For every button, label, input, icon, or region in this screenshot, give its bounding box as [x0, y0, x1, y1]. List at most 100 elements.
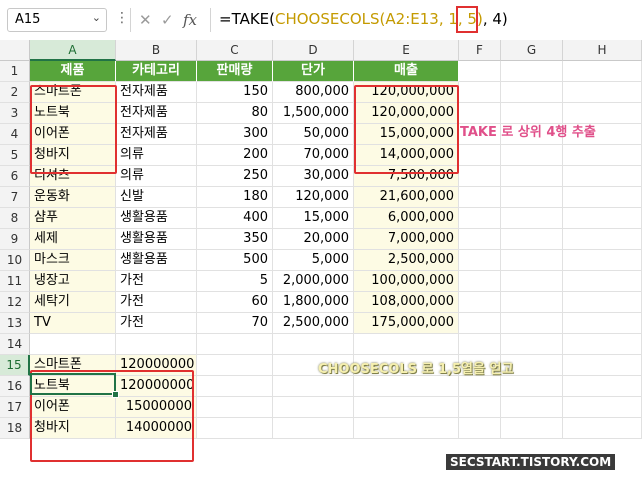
cell-f12[interactable]	[459, 292, 501, 313]
column-header-d[interactable]: D	[273, 40, 354, 61]
cell-f14[interactable]	[459, 334, 501, 355]
cell-c8[interactable]: 400	[197, 208, 273, 229]
cell-f6[interactable]	[459, 166, 501, 187]
cell-d16[interactable]	[273, 376, 354, 397]
cell-d17[interactable]	[273, 397, 354, 418]
cell-h9[interactable]	[563, 229, 642, 250]
cell-h5[interactable]	[563, 145, 642, 166]
row-header-8[interactable]: 8	[0, 208, 30, 229]
cell-c5[interactable]: 200	[197, 145, 273, 166]
row-header-17[interactable]: 17	[0, 397, 30, 418]
cell-e16[interactable]	[354, 376, 459, 397]
row-header-16[interactable]: 16	[0, 376, 30, 397]
cell-e18[interactable]	[354, 418, 459, 439]
cell-d5[interactable]: 70,000	[273, 145, 354, 166]
cell-b6[interactable]: 의류	[116, 166, 197, 187]
cell-f11[interactable]	[459, 271, 501, 292]
row-header-7[interactable]: 7	[0, 187, 30, 208]
cell-g14[interactable]	[501, 334, 563, 355]
table-header-b[interactable]: 카테고리	[116, 61, 197, 82]
cell-e17[interactable]	[354, 397, 459, 418]
cell-g16[interactable]	[501, 376, 563, 397]
table-header-c[interactable]: 판매량	[197, 61, 273, 82]
cell-b9[interactable]: 생활용품	[116, 229, 197, 250]
cell-c2[interactable]: 150	[197, 82, 273, 103]
cell-f2[interactable]	[459, 82, 501, 103]
cell-c13[interactable]: 70	[197, 313, 273, 334]
cell-c11[interactable]: 5	[197, 271, 273, 292]
cell-e13[interactable]: 175,000,000	[354, 313, 459, 334]
cell-g8[interactable]	[501, 208, 563, 229]
cell-h11[interactable]	[563, 271, 642, 292]
row-header-10[interactable]: 10	[0, 250, 30, 271]
cell-e10[interactable]: 2,500,000	[354, 250, 459, 271]
column-header-f[interactable]: F	[459, 40, 501, 61]
cell-h8[interactable]	[563, 208, 642, 229]
cell-e12[interactable]: 108,000,000	[354, 292, 459, 313]
cell-b7[interactable]: 신발	[116, 187, 197, 208]
select-all-corner[interactable]	[0, 40, 30, 61]
cell-h16[interactable]	[563, 376, 642, 397]
table-header-d[interactable]: 단가	[273, 61, 354, 82]
cell-f8[interactable]	[459, 208, 501, 229]
cell-d6[interactable]: 30,000	[273, 166, 354, 187]
cell-c15[interactable]	[197, 355, 273, 376]
cell-b14[interactable]	[116, 334, 197, 355]
name-box[interactable]: A15 ⌄	[7, 8, 107, 32]
cell-f16[interactable]	[459, 376, 501, 397]
cell-c17[interactable]	[197, 397, 273, 418]
cell-d3[interactable]: 1,500,000	[273, 103, 354, 124]
cell-b12[interactable]: 가전	[116, 292, 197, 313]
table-header-e[interactable]: 매출	[354, 61, 459, 82]
fill-handle[interactable]	[112, 391, 119, 398]
cell-g10[interactable]	[501, 250, 563, 271]
cell-b13[interactable]: 가전	[116, 313, 197, 334]
cell-f5[interactable]	[459, 145, 501, 166]
cell-c6[interactable]: 250	[197, 166, 273, 187]
cancel-icon[interactable]: ✕	[139, 11, 152, 29]
cell-h6[interactable]	[563, 166, 642, 187]
cell-g1[interactable]	[501, 61, 563, 82]
row-header-1[interactable]: 1	[0, 61, 30, 82]
cell-a7[interactable]: 운동화	[30, 187, 116, 208]
cell-c18[interactable]	[197, 418, 273, 439]
formula-input[interactable]: =TAKE(CHOOSECOLS(A2:E13, 1, 5), 4)	[210, 8, 641, 32]
cell-f17[interactable]	[459, 397, 501, 418]
cell-h18[interactable]	[563, 418, 642, 439]
row-header-13[interactable]: 13	[0, 313, 30, 334]
cell-a9[interactable]: 세제	[30, 229, 116, 250]
cell-e8[interactable]: 6,000,000	[354, 208, 459, 229]
cell-b2[interactable]: 전자제품	[116, 82, 197, 103]
cell-a8[interactable]: 샴푸	[30, 208, 116, 229]
cell-h2[interactable]	[563, 82, 642, 103]
cell-g6[interactable]	[501, 166, 563, 187]
cell-b8[interactable]: 생활용품	[116, 208, 197, 229]
cell-g17[interactable]	[501, 397, 563, 418]
row-header-15[interactable]: 15	[0, 355, 30, 376]
cell-g13[interactable]	[501, 313, 563, 334]
cell-c12[interactable]: 60	[197, 292, 273, 313]
cell-e7[interactable]: 21,600,000	[354, 187, 459, 208]
cell-h15[interactable]	[563, 355, 642, 376]
column-header-h[interactable]: H	[563, 40, 642, 61]
cell-h13[interactable]	[563, 313, 642, 334]
insert-function-icon[interactable]: fx	[183, 11, 197, 29]
cell-c9[interactable]: 350	[197, 229, 273, 250]
cell-c3[interactable]: 80	[197, 103, 273, 124]
cell-d14[interactable]	[273, 334, 354, 355]
row-header-5[interactable]: 5	[0, 145, 30, 166]
cell-b5[interactable]: 의류	[116, 145, 197, 166]
cell-f18[interactable]	[459, 418, 501, 439]
cell-b3[interactable]: 전자제품	[116, 103, 197, 124]
cell-h10[interactable]	[563, 250, 642, 271]
cell-a12[interactable]: 세탁기	[30, 292, 116, 313]
cell-g18[interactable]	[501, 418, 563, 439]
cell-d4[interactable]: 50,000	[273, 124, 354, 145]
cell-g2[interactable]	[501, 82, 563, 103]
cell-c10[interactable]: 500	[197, 250, 273, 271]
cell-b11[interactable]: 가전	[116, 271, 197, 292]
confirm-icon[interactable]: ✓	[161, 11, 174, 29]
cell-d18[interactable]	[273, 418, 354, 439]
row-header-12[interactable]: 12	[0, 292, 30, 313]
cell-d11[interactable]: 2,000,000	[273, 271, 354, 292]
